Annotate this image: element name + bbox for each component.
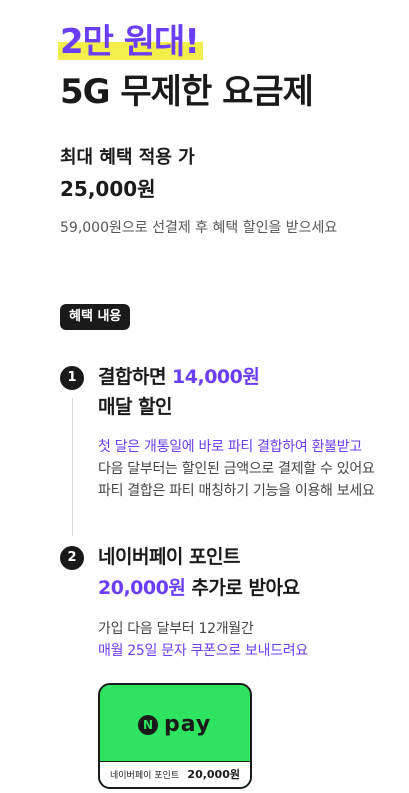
naver-pay-card: N pay 네이버페이 포인트 20,000원 xyxy=(98,683,252,789)
pay-logo-text: pay xyxy=(164,712,212,737)
card-top: N pay xyxy=(100,685,250,763)
step-1-number: 1 xyxy=(60,366,84,390)
price-label: 최대 혜택 적용 가 xyxy=(60,147,195,168)
step-connector-line xyxy=(72,398,73,536)
step-1-desc-line3: 파티 결합은 파티 매칭하기 기능을 이용해 보세요 xyxy=(98,483,375,499)
step-1-desc-line1: 첫 달은 개통일에 바로 파티 결합하여 환불받고 xyxy=(98,439,362,455)
headline-highlight-wrap: 2만 원대! xyxy=(58,22,203,62)
card-bottom: 네이버페이 포인트 20,000원 xyxy=(100,761,250,787)
price-value: 25,000원 xyxy=(60,177,156,201)
naver-pay-logo: N pay xyxy=(138,713,211,737)
step-2-title-line2: 20,000원 추가로 받아요 xyxy=(98,573,300,603)
step-2-desc-line1: 가입 다음 달부터 12개월간 xyxy=(98,621,254,637)
step-1-title-line2: 매달 할인 xyxy=(98,396,173,418)
card-label: 네이버페이 포인트 xyxy=(110,771,180,781)
step-2-number: 2 xyxy=(60,546,84,570)
step-1-title-accent: 14,000원 xyxy=(172,366,260,388)
step-1-title: 결합하면 14,000원 xyxy=(98,362,260,392)
headline-highlight: 2만 원대! xyxy=(58,22,203,62)
step-2-desc-line2: 매월 25일 문자 쿠폰으로 보내드려요 xyxy=(98,643,308,659)
step-2-description: 가입 다음 달부터 12개월간 매월 25일 문자 쿠폰으로 보내드려요 xyxy=(98,618,308,662)
step-2-title-suffix: 추가로 받아요 xyxy=(185,577,300,599)
step-2-title-accent: 20,000원 xyxy=(98,577,186,599)
naver-n-icon: N xyxy=(138,715,158,735)
price-note: 59,000원으로 선결제 후 혜택 할인을 받으세요 xyxy=(60,220,338,236)
step-1-description: 첫 달은 개통일에 바로 파티 결합하여 환불받고 다음 달부터는 할인된 금액… xyxy=(98,436,375,502)
card-amount: 20,000원 xyxy=(187,768,240,781)
page-title: 5G 무제한 요금제 xyxy=(60,72,314,112)
step-1-title-prefix: 결합하면 xyxy=(98,366,173,388)
benefits-badge: 혜택 내용 xyxy=(60,304,131,330)
step-1-desc-line2: 다음 달부터는 할인된 금액으로 결제할 수 있어요 xyxy=(98,461,375,477)
step-2-title-line1: 네이버페이 포인트 xyxy=(98,546,240,568)
